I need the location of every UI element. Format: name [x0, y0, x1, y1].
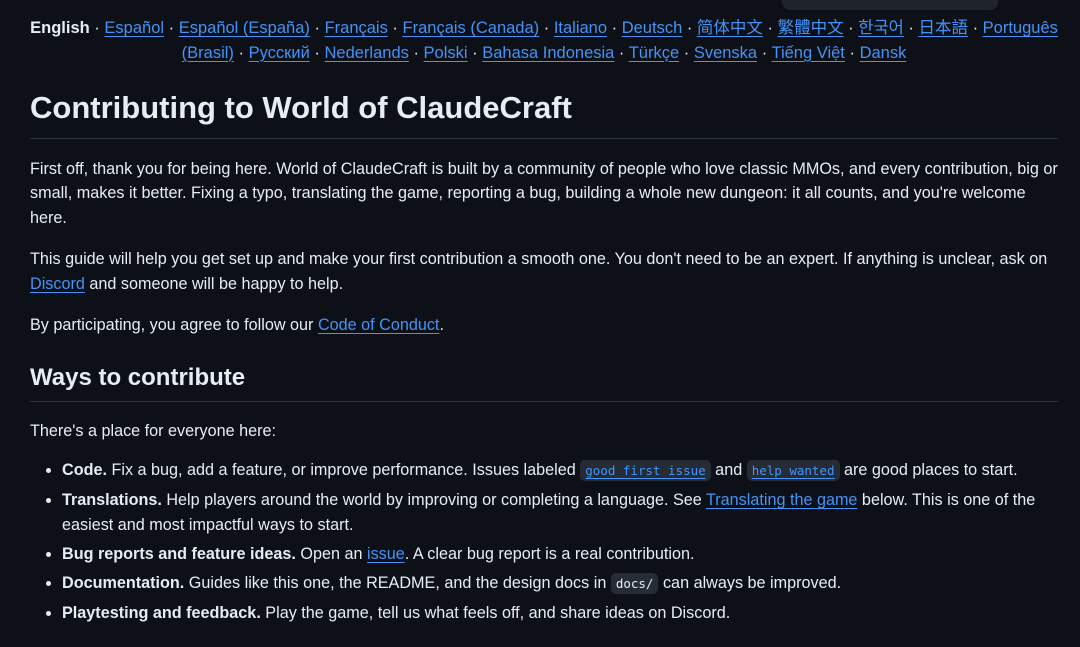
language-separator: · [614, 43, 629, 62]
current-language: English [30, 19, 90, 37]
language-separator: · [844, 43, 860, 62]
intro-paragraph-1: First off, thank you for being here. Wor… [30, 159, 1058, 227]
page: English · Español · Español (España) · F… [0, 0, 1080, 647]
language-link[interactable]: Français [325, 19, 388, 37]
language-link[interactable]: Русский [249, 44, 310, 62]
language-separator: · [309, 19, 325, 37]
language-link[interactable]: Nederlands [324, 44, 408, 62]
language-link[interactable]: Deutsch [622, 19, 683, 37]
language-link[interactable]: 한국어 [858, 19, 904, 37]
issue-link[interactable]: issue [367, 545, 405, 563]
language-separator: · [309, 43, 325, 62]
language-link[interactable]: Français (Canada) [403, 19, 540, 37]
list-item-documentation: Documentation. Guides like this one, the… [62, 571, 1058, 597]
language-separator: · [967, 19, 983, 37]
language-link[interactable]: Bahasa Indonesia [482, 44, 614, 62]
language-separator: · [233, 43, 249, 62]
item-label: Code. [62, 461, 107, 480]
language-link[interactable]: Dansk [860, 44, 907, 62]
intro-text: and someone will be happy to help. [84, 274, 344, 293]
language-separator: · [903, 19, 919, 37]
item-text: Help players around the world by improvi… [161, 491, 706, 510]
list-item-bug-reports: Bug reports and feature ideas. Open an i… [62, 542, 1058, 567]
discord-link[interactable]: Discord [30, 275, 85, 293]
item-text: Fix a bug, add a feature, or improve per… [106, 461, 581, 480]
language-separator: · [682, 19, 697, 37]
intro-paragraph-3: By participating, you agree to follow ou… [30, 313, 1058, 338]
intro-text: By participating, you agree to follow ou… [30, 316, 318, 335]
language-separator: · [843, 19, 859, 37]
intro-paragraph-2: This guide will help you get set up and … [30, 247, 1058, 296]
item-text: Guides like this one, the README, and th… [184, 573, 611, 592]
language-separator: · [467, 43, 483, 62]
language-link[interactable]: Svenska [694, 44, 757, 62]
language-separator: · [679, 43, 694, 62]
docs-path-code: docs/ [610, 572, 659, 594]
item-text: are good places to start. [839, 461, 1018, 480]
language-separator: · [762, 19, 778, 37]
language-separator: · [757, 43, 772, 62]
item-label: Playtesting and feedback. [62, 603, 261, 622]
list-item-playtesting: Playtesting and feedback. Play the game,… [62, 601, 1058, 626]
language-link[interactable]: Italiano [554, 19, 607, 37]
language-separator: · [164, 19, 179, 37]
translating-the-game-link[interactable]: Translating the game [706, 491, 857, 509]
language-links: · Español · Español (España) · Français … [94, 19, 1058, 62]
code-of-conduct-link[interactable]: Code of Conduct [318, 316, 440, 334]
list-item-code: Code. Fix a bug, add a feature, or impro… [62, 458, 1058, 484]
ways-heading: Ways to contribute [30, 363, 1058, 402]
top-overlay [782, 0, 998, 10]
item-label: Documentation. [62, 573, 185, 592]
list-item-translations: Translations. Help players around the wo… [62, 488, 1058, 537]
page-title: Contributing to World of ClaudeCraft [30, 89, 1058, 139]
language-link[interactable]: Polski [424, 44, 468, 62]
language-separator: · [387, 19, 403, 37]
language-link[interactable]: Tiếng Việt [772, 44, 845, 62]
contribution-list: Code. Fix a bug, add a feature, or impro… [30, 458, 1058, 625]
item-label: Translations. [62, 491, 162, 510]
language-link[interactable]: Español [104, 19, 164, 37]
item-label: Bug reports and feature ideas. [62, 544, 296, 563]
item-text: Play the game, tell us what feels off, a… [260, 603, 731, 622]
item-text: Open an [295, 544, 367, 563]
language-link[interactable]: 日本語 [918, 19, 968, 37]
intro-text: This guide will help you get set up and … [30, 250, 1048, 269]
item-text: and [710, 461, 747, 480]
language-separator: · [607, 19, 622, 37]
language-separator: · [539, 19, 554, 37]
language-link[interactable]: 简体中文 [697, 19, 763, 37]
good-first-issue-tag[interactable]: good first issue [580, 460, 711, 482]
item-text: can always be improved. [658, 573, 842, 592]
language-separator: · [94, 19, 105, 37]
language-link[interactable]: Türkçe [629, 44, 679, 62]
language-link[interactable]: 繁體中文 [778, 19, 844, 37]
item-text: . A clear bug report is a real contribut… [404, 544, 695, 563]
language-separator: · [408, 43, 424, 62]
help-wanted-tag[interactable]: help wanted [746, 460, 840, 482]
language-link[interactable]: Español (España) [179, 19, 310, 37]
ways-lead: There's a place for everyone here: [30, 421, 277, 440]
intro-text: . [439, 316, 444, 335]
